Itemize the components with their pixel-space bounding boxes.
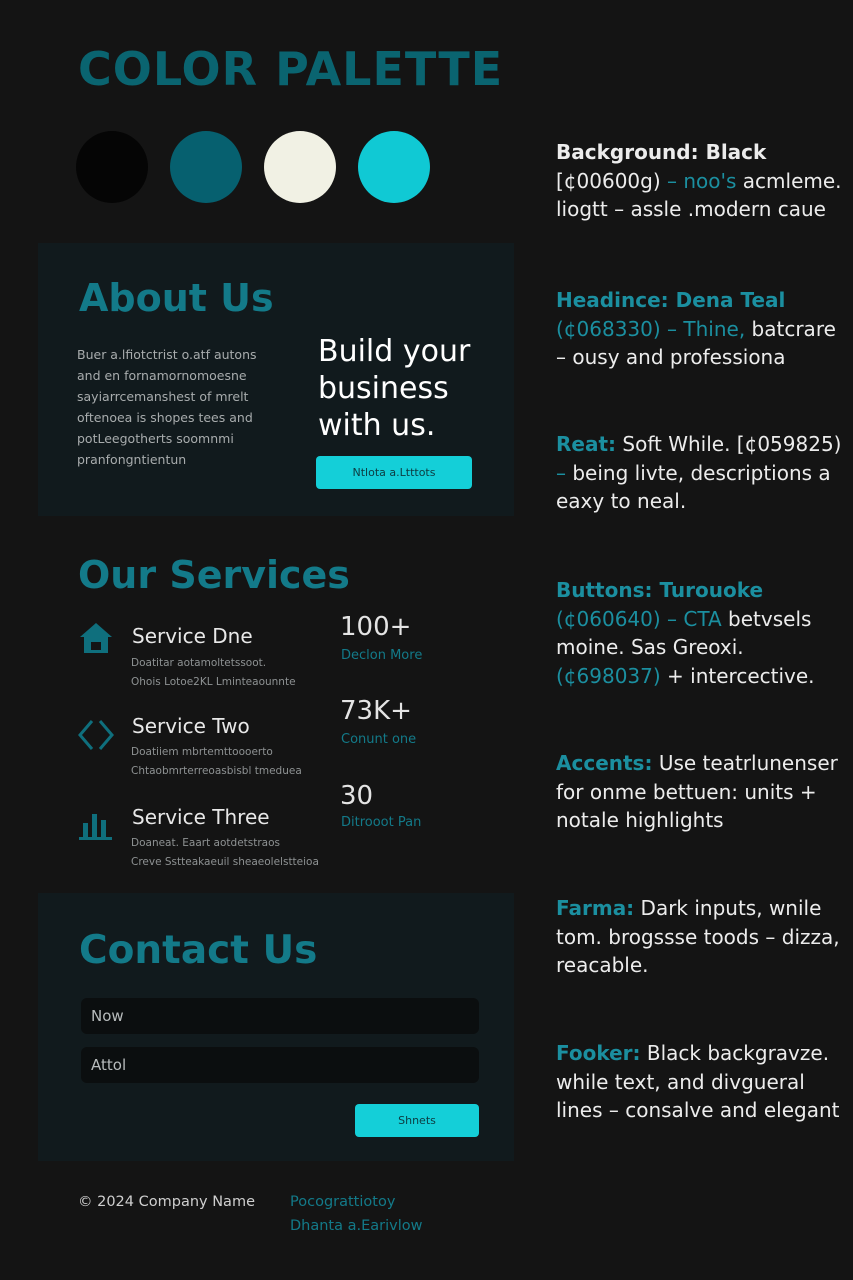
- note-text-p3: –: [556, 460, 566, 485]
- note-text: Reat: Soft While. [¢059825) – being livt…: [556, 430, 846, 516]
- submit-button[interactable]: Shnets: [355, 1104, 479, 1137]
- note-text-p0: Reat:: [556, 432, 617, 456]
- contact-name-value: Now: [91, 1007, 124, 1025]
- note-forms: Farma: Dark inputs, wnile tom. brogssse …: [556, 894, 846, 980]
- note-buttons-p4: + intercective.: [660, 663, 815, 688]
- service-title-2: Service Two: [132, 714, 250, 738]
- footer-link-1[interactable]: Pocograttiotoy: [290, 1190, 395, 1215]
- note-buttons-p1: (¢060640) – CTA: [556, 606, 722, 631]
- stat-label-3: Ditrooot Pan: [341, 815, 422, 830]
- service-desc-1b: Ohois Lotoe2KL Lminteaounnte: [131, 676, 296, 688]
- swatch-black: [76, 131, 148, 203]
- note-buttons-p0: Buttons: Turouoke: [556, 578, 764, 602]
- note-background-p1: Black: [698, 140, 767, 164]
- stat-value-1: 100+: [340, 612, 412, 642]
- contact-heading: Contact Us: [79, 928, 318, 973]
- service-desc-3a: Doaneat. Eaart aotdetstraos: [131, 837, 281, 849]
- note-background-p3: – noo's: [660, 168, 737, 193]
- stat-value-2: 73K+: [340, 696, 412, 726]
- bar-chart-icon: [78, 806, 114, 842]
- contact-email-value: Attol: [91, 1056, 127, 1074]
- swatch-white: [264, 131, 336, 203]
- note-headings-p1: (¢068330) – Thine,: [556, 316, 746, 341]
- stat-value-3: 30: [340, 781, 374, 811]
- note-text-p4: being livte, descriptions a eaxy to neal…: [556, 460, 831, 514]
- note-accents-p0: Accents:: [556, 751, 653, 775]
- swatch-cyan: [358, 131, 430, 203]
- stat-label-1: Declon More: [341, 648, 423, 663]
- contact-email-field[interactable]: Attol: [81, 1047, 479, 1083]
- note-footer-p0: Fooker:: [556, 1041, 641, 1065]
- about-heading: About Us: [79, 276, 274, 320]
- contact-name-field[interactable]: Now: [81, 998, 479, 1034]
- note-background-p0: Background:: [556, 140, 699, 164]
- note-headings-p0: Headince: Dena Teal: [556, 288, 786, 312]
- note-text-p1: Soft While.: [616, 432, 731, 456]
- page-title: COLOR PALETTE: [78, 42, 504, 96]
- note-headings: Headince: Dena Teal (¢068330) – Thine, b…: [556, 286, 846, 372]
- note-forms-p0: Farma:: [556, 896, 635, 920]
- note-background-p2: [¢00600g): [556, 168, 661, 193]
- service-desc-3b: Creve Sstteakaeuil sheaeolelstteioa: [131, 856, 319, 868]
- note-text-p2: [¢059825): [730, 432, 842, 456]
- services-heading: Our Services: [78, 553, 350, 597]
- stat-label-2: Conunt one: [341, 732, 417, 747]
- about-tagline: Build your business with us.: [318, 334, 471, 443]
- about-body: Buer a.lfiotctrist o.atf autons and en f…: [77, 347, 257, 467]
- service-title-3: Service Three: [132, 805, 270, 829]
- service-desc-2b: Chtaobmrterreoasbisbl tmeduea: [131, 765, 302, 777]
- diamond-icon: [78, 717, 114, 753]
- swatch-teal: [170, 131, 242, 203]
- note-background: Background: Black [¢00600g) – noo's acml…: [556, 138, 846, 224]
- about-cta-button[interactable]: Ntlota a.Ltttots: [316, 456, 472, 489]
- house-icon: [78, 620, 114, 656]
- footer-link-2[interactable]: Dhanta a.Earivlow: [290, 1214, 422, 1239]
- note-accents: Accents: Use teatrlunenser for onme bett…: [556, 749, 846, 835]
- service-desc-1a: Doatitar aotamoltetssoot.: [131, 657, 267, 669]
- note-buttons-p3: (¢698037): [556, 663, 661, 688]
- footer-copyright: © 2024 Company Name: [78, 1194, 255, 1210]
- note-buttons: Buttons: Turouoke (¢060640) – CTA betvse…: [556, 576, 846, 690]
- note-footer: Fooker: Black backgravze. while text, an…: [556, 1039, 846, 1125]
- service-title-1: Service Dne: [132, 624, 253, 648]
- service-desc-2a: Doatiiem mbrtemttoooerto: [131, 746, 273, 758]
